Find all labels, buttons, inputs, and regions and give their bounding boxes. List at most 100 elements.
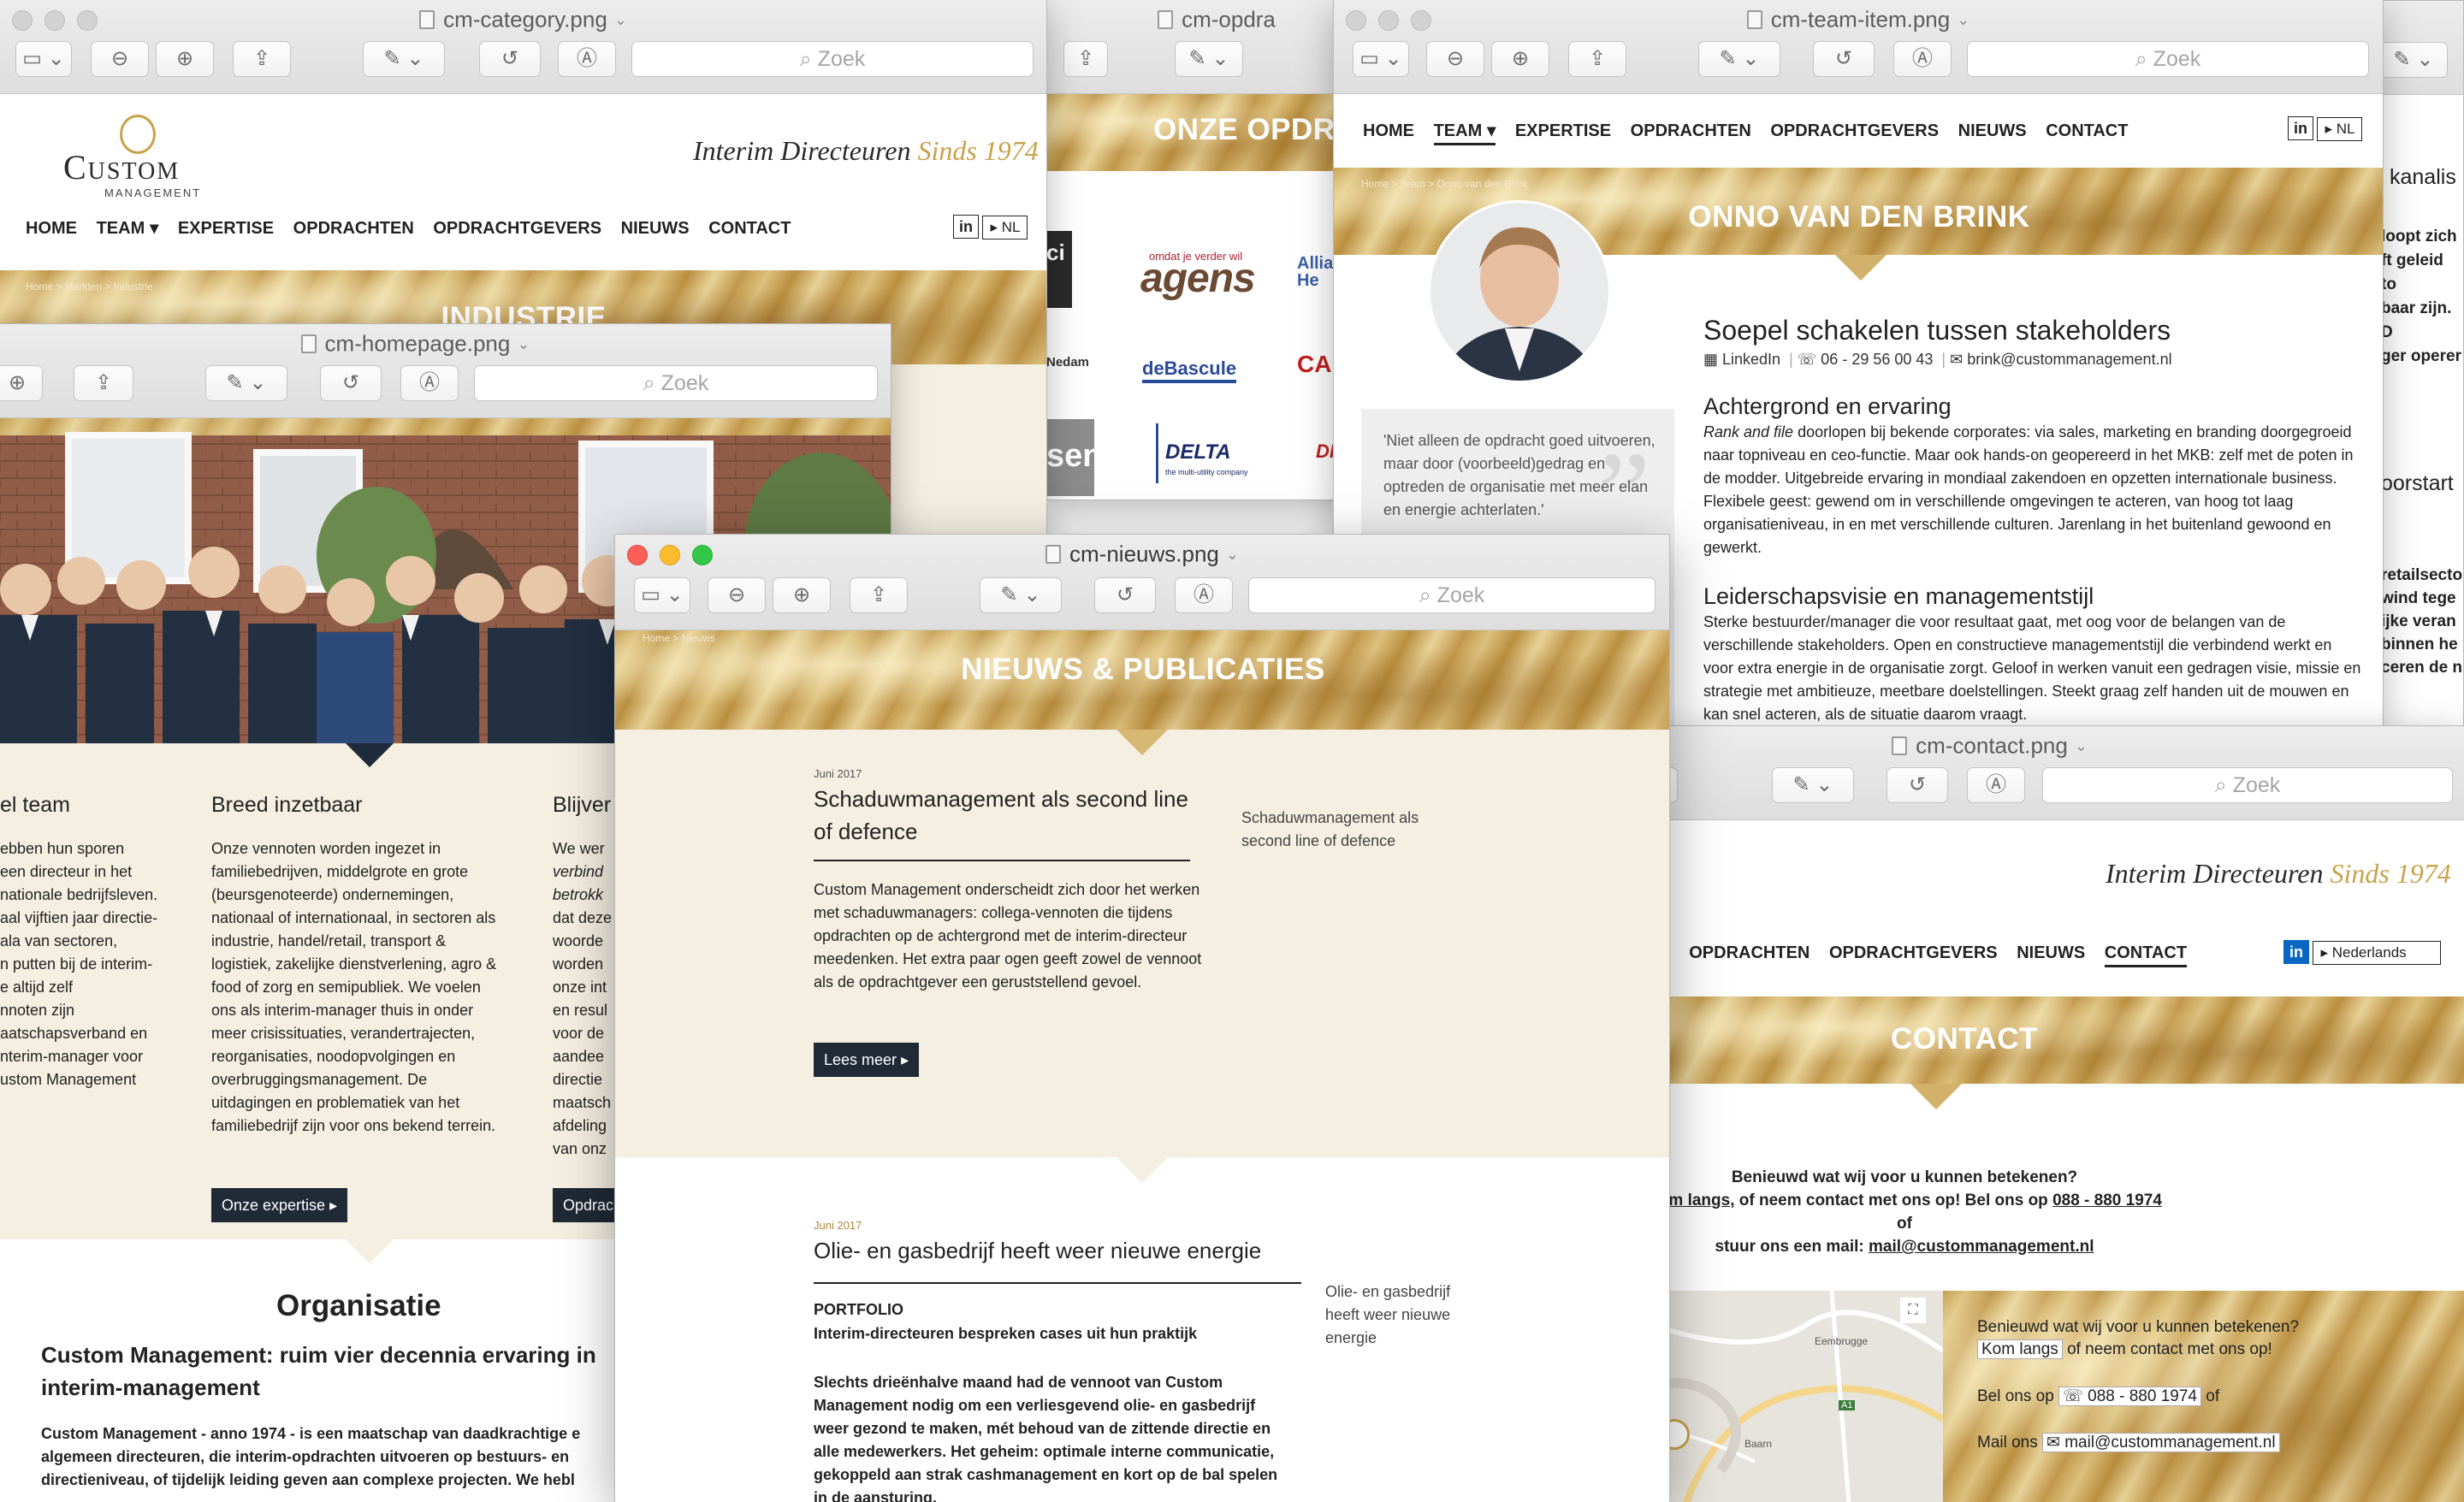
map-roads: [1652, 1291, 1943, 1502]
phone-number[interactable]: 06 - 29 56 00 43: [1821, 351, 1933, 368]
text-line: worden: [553, 955, 604, 973]
side-line: Mail ons ✉ mail@custommanagement.nl: [1977, 1433, 2280, 1452]
rotate-button[interactable]: ↺: [1813, 41, 1875, 77]
zoom-out-button[interactable]: ⊖: [708, 577, 766, 613]
search-input[interactable]: ⌕ Zoek: [1248, 577, 1656, 613]
nav-expertise[interactable]: EXPERTISE: [1515, 121, 1611, 140]
language-select[interactable]: ▸ NL: [982, 216, 1028, 239]
nav-opdrachten[interactable]: OPDRACHTEN: [293, 219, 414, 238]
search-input[interactable]: ⌕ Zoek: [2042, 767, 2453, 803]
logo-di: DI: [1316, 441, 1335, 462]
chevron-down-icon[interactable]: ⌄: [1957, 11, 1969, 29]
read-more-button[interactable]: Lees meer ▸: [814, 1043, 920, 1077]
markup-button[interactable]: ✎ ⌄: [205, 365, 287, 401]
language-select[interactable]: ▸ Nederlands: [2313, 941, 2442, 965]
markup-button[interactable]: ✎ ⌄: [2379, 42, 2448, 78]
nav-opdrachten[interactable]: OPDRACHTEN: [1689, 943, 1810, 962]
linkedin-icon[interactable]: in: [2283, 940, 2309, 964]
logo-allia: Allia He: [1297, 254, 1334, 290]
rotate-button[interactable]: ↺: [479, 41, 541, 77]
zoom-in-button[interactable]: ⊕: [1491, 41, 1549, 77]
search-input[interactable]: ⌕ Zoek: [474, 365, 878, 401]
zoom-in-button[interactable]: ⊕: [156, 41, 214, 77]
nav-opdrachtgevers[interactable]: OPDRACHTGEVERS: [433, 219, 601, 238]
share-button[interactable]: ⇪: [74, 365, 133, 401]
sidebar-toggle-button[interactable]: ▭ ⌄: [1353, 41, 1409, 77]
section-pointer: [346, 1239, 394, 1263]
search-icon: ⌕: [799, 47, 818, 71]
news-title[interactable]: Schaduwmanagement als second line of def…: [814, 783, 1190, 861]
phone-link[interactable]: 088 - 880 1974: [2052, 1192, 2162, 1209]
zoom-out-button[interactable]: ⊖: [1426, 41, 1484, 77]
share-button[interactable]: ⇪: [233, 41, 291, 77]
linkedin-link[interactable]: LinkedIn: [1722, 351, 1780, 368]
search-input[interactable]: ⌕ Zoek: [631, 41, 1034, 77]
column-title: el team: [0, 793, 70, 817]
sidebar-toggle-button[interactable]: ▭ ⌄: [15, 41, 72, 77]
email-button[interactable]: ✉ mail@custommanagement.nl: [2042, 1433, 2280, 1452]
markup-button[interactable]: ✎ ⌄: [1175, 41, 1243, 77]
text-line: afdeling: [553, 1117, 607, 1134]
annotate-button[interactable]: Ⓐ: [400, 365, 459, 401]
language-select[interactable]: ▸ NL: [2317, 117, 2363, 141]
phone-button[interactable]: ☏ 088 - 880 1974: [2058, 1387, 2201, 1406]
share-button[interactable]: ⇪: [850, 577, 908, 613]
rotate-button[interactable]: ↺: [320, 365, 382, 401]
email-link[interactable]: brink@custommanagement.nl: [1967, 351, 2171, 368]
markup-button[interactable]: ✎ ⌄: [980, 577, 1062, 613]
markup-button[interactable]: ✎ ⌄: [1698, 41, 1780, 77]
share-button[interactable]: ⇪: [1568, 41, 1626, 77]
nav-expertise[interactable]: EXPERTISE: [178, 219, 274, 238]
annotate-button[interactable]: Ⓐ: [558, 41, 616, 77]
zoom-in-button[interactable]: ⊕: [773, 577, 831, 613]
annotate-button[interactable]: Ⓐ: [1967, 767, 2025, 803]
window-title: cm-homepage.png: [324, 330, 511, 357]
linkedin-icon[interactable]: in: [953, 215, 979, 239]
map[interactable]: Eembrugge Baarn A1 ⛶: [1652, 1291, 1943, 1502]
search-placeholder: Zoek: [817, 47, 866, 71]
text-line: aal vijftien jaar directie-: [0, 909, 158, 926]
rotate-button[interactable]: ↺: [1886, 767, 1948, 803]
nav-nieuws[interactable]: NIEUWS: [2017, 943, 2085, 962]
news-sidebar-link[interactable]: Schaduwmanagement als second line of def…: [1241, 807, 1464, 853]
markup-button[interactable]: ✎ ⌄: [363, 41, 445, 77]
nav-nieuws[interactable]: NIEUWS: [621, 219, 690, 238]
news-sidebar-link[interactable]: Olie- en gasbedrijf heeft weer nieuwe en…: [1325, 1280, 1488, 1350]
email-link[interactable]: mail@custommanagement.nl: [1869, 1238, 2094, 1256]
expertise-button[interactable]: Onze expertise ▸: [211, 1188, 348, 1222]
nav-team[interactable]: TEAM ▾: [1433, 121, 1496, 145]
search-input[interactable]: ⌕ Zoek: [1967, 41, 2369, 77]
visit-button[interactable]: Kom langs: [1977, 1339, 2063, 1359]
zoom-out-button[interactable]: ⊖: [91, 41, 149, 77]
news-title[interactable]: Olie- en gasbedrijf heeft weer nieuwe en…: [814, 1234, 1301, 1284]
opdrachten-button[interactable]: Opdrac: [553, 1188, 621, 1222]
nav-contact[interactable]: CONTACT: [2046, 121, 2128, 140]
zoom-in-button[interactable]: ⊕: [0, 365, 43, 401]
nav-opdrachtgevers[interactable]: OPDRACHTGEVERS: [1829, 943, 1998, 962]
markup-button[interactable]: ✎ ⌄: [1772, 767, 1854, 803]
nav-team[interactable]: TEAM ▾: [97, 219, 159, 238]
share-button[interactable]: ⇪: [1063, 41, 1108, 77]
side-line: Benieuwd wat wij voor u kunnen betekenen…: [1977, 1318, 2300, 1336]
chevron-down-icon[interactable]: ⌄: [614, 11, 627, 29]
nav-opdrachtgevers[interactable]: OPDRACHTGEVERS: [1770, 121, 1939, 140]
nav-home[interactable]: HOME: [1363, 121, 1414, 140]
rotate-button[interactable]: ↺: [1094, 577, 1156, 613]
logo-agens: agens: [1140, 256, 1256, 301]
nav-nieuws[interactable]: NIEUWS: [1958, 121, 2027, 140]
linkedin-icon[interactable]: in: [2288, 116, 2313, 140]
nav-contact[interactable]: CONTACT: [2104, 943, 2188, 967]
annotate-button[interactable]: Ⓐ: [1893, 41, 1952, 77]
nav-contact[interactable]: CONTACT: [708, 219, 791, 238]
chevron-down-icon[interactable]: ⌄: [2075, 737, 2088, 755]
nav-home[interactable]: HOME: [26, 219, 77, 238]
chevron-down-icon[interactable]: ⌄: [517, 335, 530, 353]
chevron-down-icon[interactable]: ⌄: [1226, 546, 1239, 564]
text-line: van onz: [553, 1140, 607, 1157]
section-pointer: [1835, 255, 1886, 281]
annotate-button[interactable]: Ⓐ: [1175, 577, 1233, 613]
sidebar-toggle-button[interactable]: ▭ ⌄: [634, 577, 690, 613]
fullscreen-icon[interactable]: ⛶: [1900, 1298, 1926, 1323]
nav-opdrachten[interactable]: OPDRACHTEN: [1631, 121, 1751, 140]
intro-line: Benieuwd wat wij voor u kunnen betekenen…: [1731, 1168, 2078, 1186]
